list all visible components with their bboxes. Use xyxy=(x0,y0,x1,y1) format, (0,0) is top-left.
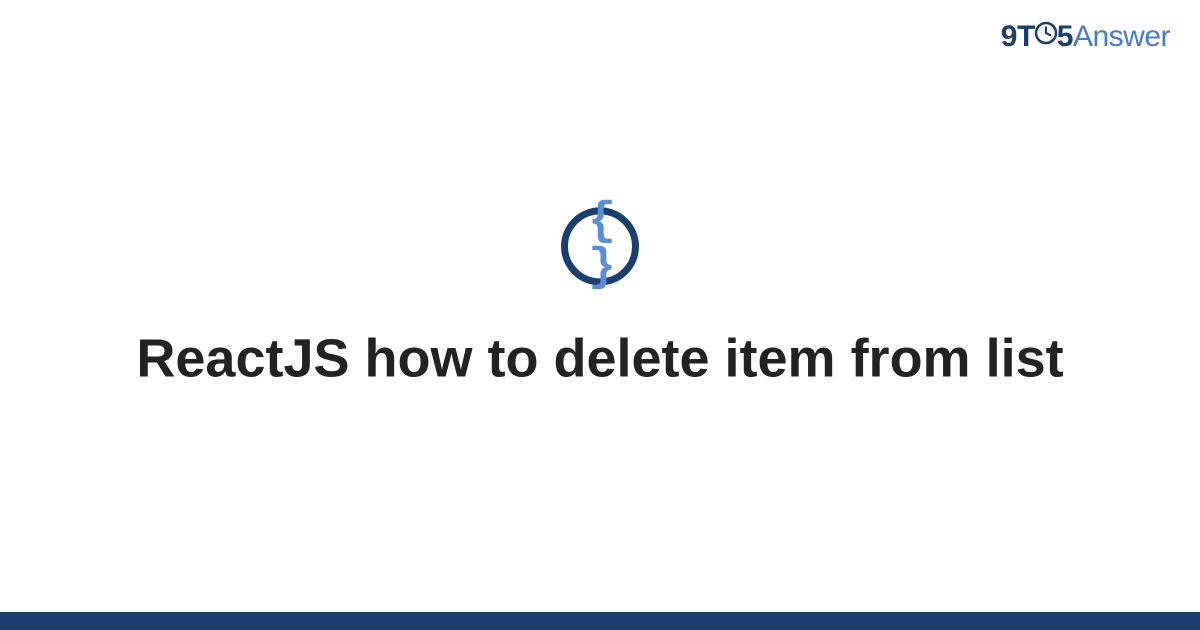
clock-icon xyxy=(1034,19,1058,53)
brand-part-5: 5 xyxy=(1057,20,1073,53)
code-braces-icon: { } xyxy=(568,198,632,290)
page-title: ReactJS how to delete item from list xyxy=(0,325,1200,393)
brand-part-answer: Answer xyxy=(1073,20,1170,53)
brand-logo: 9T 5Answer xyxy=(1001,20,1170,55)
category-badge: { } xyxy=(561,207,639,285)
footer-accent-bar xyxy=(0,612,1200,630)
brand-part-t: T xyxy=(1017,20,1035,53)
main-content: { } ReactJS how to delete item from list xyxy=(0,207,1200,393)
brand-part-9: 9 xyxy=(1001,20,1017,53)
